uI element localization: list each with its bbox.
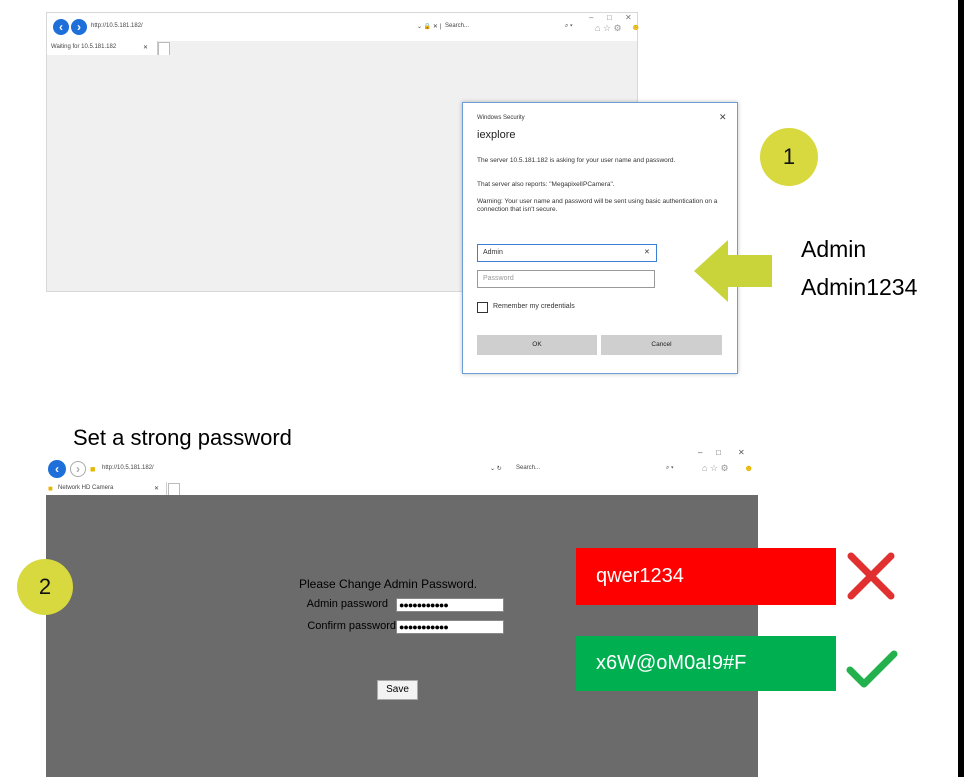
check-icon (846, 650, 898, 688)
smiley-icon[interactable]: ☻ (631, 22, 640, 32)
top-browser-tab[interactable]: Waiting for 10.5.181.182 ✕ (47, 41, 158, 55)
dialog-close-icon[interactable]: ✕ (719, 112, 727, 123)
password-placeholder: Password (483, 275, 514, 282)
tab-title: Network HD Camera (58, 485, 114, 491)
tab-close-icon[interactable]: ✕ (143, 44, 148, 51)
dialog-message: The server 10.5.181.182 is asking for yo… (477, 157, 676, 164)
dialog-app-name: iexplore (477, 129, 516, 141)
home-star-gear-icons[interactable]: ⌂ ☆ ⚙ (595, 23, 622, 34)
dialog-server-report: That server also reports: "MegapixelIPCa… (477, 181, 615, 188)
username-field[interactable]: Admin ✕ (477, 244, 657, 262)
dialog-warning: Warning: Your user name and password wil… (477, 198, 718, 213)
strong-password-example: x6W@oM0a!9#F (576, 636, 836, 691)
url-text[interactable]: http://10.5.181.182/ (102, 465, 154, 471)
window-minimize-icon[interactable]: – (698, 448, 702, 457)
window-close-icon[interactable]: ✕ (738, 448, 745, 457)
bottom-browser-tab[interactable]: ■ Network HD Camera ✕ (46, 482, 167, 495)
clear-username-icon[interactable]: ✕ (644, 248, 650, 256)
smiley-icon[interactable]: ☻ (744, 463, 753, 473)
weak-password-example: qwer1234 (576, 548, 836, 605)
address-actions-icon[interactable]: ⌄ 🔒 ✕ | (417, 23, 441, 30)
admin-password-label: Admin password (306, 598, 388, 610)
save-button[interactable]: Save (377, 680, 418, 700)
section-heading: Set a strong password (73, 425, 292, 450)
credential-username: Admin (801, 236, 867, 262)
password-field[interactable]: Password (477, 270, 655, 288)
tab-title: Waiting for 10.5.181.182 (51, 44, 117, 50)
step-2-badge: 2 (17, 559, 73, 615)
cross-icon (847, 552, 895, 600)
confirm-password-label: Confirm password (307, 620, 396, 632)
admin-password-input[interactable]: ●●●●●●●●●●● (396, 598, 504, 612)
credential-password: Admin1234 (801, 274, 918, 300)
search-box[interactable]: Search... (516, 465, 540, 471)
home-star-gear-icons[interactable]: ⌂ ☆ ⚙ (702, 463, 729, 474)
site-favicon-icon: ■ (90, 464, 96, 474)
window-minimize-icon[interactable]: – (589, 13, 593, 22)
form-title: Please Change Admin Password. (299, 577, 478, 591)
tab-close-icon[interactable]: ✕ (154, 485, 159, 492)
windows-security-dialog: Windows Security ✕ iexplore The server 1… (462, 102, 738, 374)
refresh-icon[interactable]: ⌄ ↻ (490, 465, 502, 472)
cancel-button[interactable]: Cancel (601, 335, 722, 355)
forward-button[interactable]: › (71, 19, 87, 35)
remember-checkbox[interactable] (477, 302, 488, 313)
forward-button[interactable]: › (70, 461, 86, 477)
bottom-browser-window: ‹ › ■ http://10.5.181.182/ ⌄ ↻ Search...… (46, 448, 758, 777)
url-text[interactable]: http://10.5.181.182/ (91, 23, 143, 29)
confirm-password-input[interactable]: ●●●●●●●●●●● (396, 620, 504, 634)
new-tab-button[interactable] (158, 42, 170, 56)
window-maximize-icon[interactable]: □ (716, 448, 721, 457)
search-icon[interactable]: ⌕ ▾ (565, 23, 573, 30)
step-1-badge: 1 (760, 128, 818, 186)
username-value: Admin (483, 249, 503, 256)
top-browser-address-bar: ‹ › http://10.5.181.182/ ⌄ 🔒 ✕ | Search.… (47, 13, 640, 41)
page-right-border (958, 0, 964, 777)
search-box[interactable]: Search... (445, 23, 469, 29)
window-close-icon[interactable]: ✕ (625, 13, 632, 22)
window-maximize-icon[interactable]: □ (607, 13, 612, 22)
ok-button[interactable]: OK (477, 335, 597, 355)
dialog-window-title: Windows Security (477, 115, 525, 121)
search-icon[interactable]: ⌕ ▾ (666, 465, 674, 472)
back-button[interactable]: ‹ (48, 460, 66, 478)
tab-favicon-icon: ■ (48, 484, 53, 493)
remember-label: Remember my credentials (493, 303, 575, 310)
back-button[interactable]: ‹ (53, 19, 69, 35)
pointer-arrow-icon (694, 240, 772, 302)
